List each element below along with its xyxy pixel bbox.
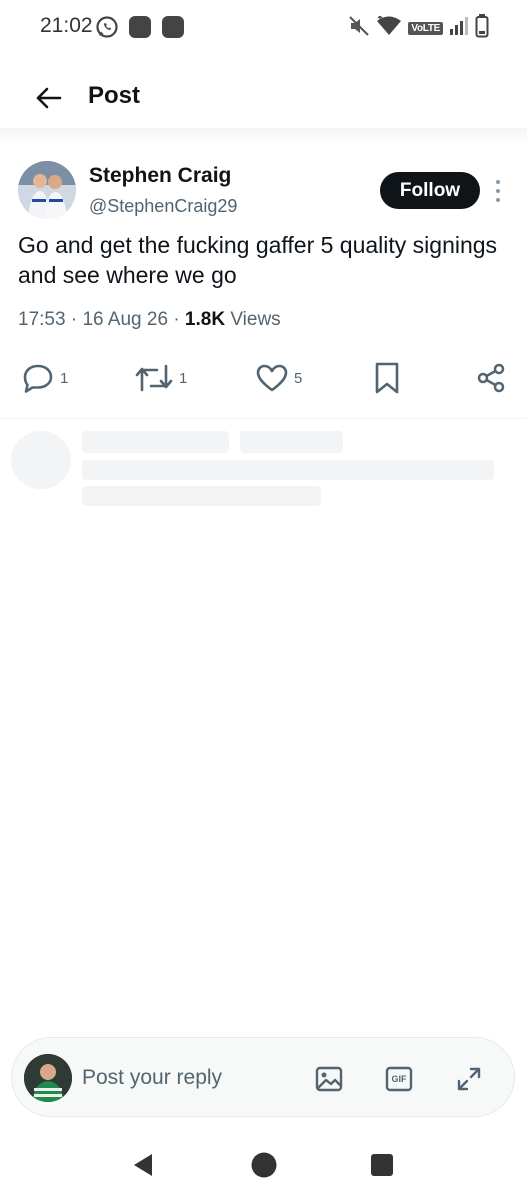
- volte-icon: VoLTE: [408, 22, 443, 35]
- status-bar: 21:02 VoLTE: [0, 0, 527, 56]
- post-time: 17:53: [18, 309, 66, 330]
- wifi-icon: [376, 15, 402, 41]
- repost-icon: [135, 364, 173, 392]
- header-shadow: [0, 128, 527, 144]
- reply-button[interactable]: 1: [22, 362, 68, 394]
- skeleton-avatar: [11, 431, 71, 489]
- gif-label: GIF: [391, 1074, 407, 1084]
- views-count: 1.8K: [184, 309, 226, 330]
- image-button[interactable]: [314, 1064, 344, 1094]
- page-title: Post: [88, 82, 141, 109]
- skeleton-line: [82, 486, 321, 506]
- skeleton-line: [240, 431, 343, 453]
- post-text: Go and get the fucking gaffer 5 quality …: [18, 232, 498, 288]
- triangle-back-icon: [134, 1154, 152, 1176]
- bookmark-button[interactable]: [374, 362, 400, 394]
- nav-back-button[interactable]: [128, 1150, 158, 1180]
- meta-separator: ·: [173, 309, 180, 330]
- share-icon: [477, 363, 505, 393]
- more-options-icon[interactable]: [490, 177, 506, 205]
- divider: [0, 418, 527, 419]
- nav-home-button[interactable]: [249, 1150, 279, 1180]
- user-avatar[interactable]: [24, 1054, 72, 1102]
- bookmark-icon: [375, 362, 399, 394]
- back-arrow-icon: [36, 87, 62, 109]
- skeleton-line: [82, 431, 229, 453]
- views-label[interactable]: Views: [230, 309, 280, 330]
- reply-count: 1: [60, 369, 69, 387]
- author-handle[interactable]: @StephenCraig29: [89, 196, 237, 217]
- repost-button[interactable]: 1: [135, 362, 187, 394]
- heart-icon: [256, 364, 288, 392]
- square-recents-icon: [371, 1154, 393, 1176]
- whatsapp-icon: [95, 15, 119, 44]
- status-time: 21:02: [40, 14, 93, 37]
- nav-recents-button[interactable]: [367, 1150, 397, 1180]
- skeleton-line: [82, 460, 494, 480]
- battery-icon: [475, 14, 489, 43]
- follow-button[interactable]: Follow: [380, 172, 480, 209]
- post-metadata: 17:53 · 16 Aug 26 · 1.8K Views: [18, 309, 281, 331]
- reply-icon: [23, 364, 53, 393]
- like-button[interactable]: 5: [256, 362, 302, 394]
- post-date: 16 Aug 26: [82, 309, 169, 330]
- expand-button[interactable]: [454, 1064, 484, 1094]
- meta-separator: ·: [70, 309, 78, 330]
- mute-icon: [348, 15, 370, 42]
- notification-icon: [128, 15, 152, 44]
- signal-icon: [449, 16, 469, 41]
- author-name[interactable]: Stephen Craig: [89, 164, 231, 188]
- gif-button[interactable]: GIF: [384, 1064, 414, 1094]
- image-icon: [315, 1066, 343, 1092]
- top-app-bar: Post: [0, 56, 527, 138]
- expand-icon: [457, 1067, 481, 1091]
- reply-composer: GIF: [11, 1037, 515, 1117]
- like-count: 5: [294, 369, 303, 387]
- notification-icon: [161, 15, 185, 44]
- back-button[interactable]: [28, 78, 68, 118]
- repost-count: 1: [179, 369, 188, 387]
- reply-input[interactable]: [82, 1064, 292, 1092]
- share-button[interactable]: [476, 362, 506, 394]
- circle-home-icon: [251, 1152, 277, 1178]
- author-avatar[interactable]: [18, 161, 76, 219]
